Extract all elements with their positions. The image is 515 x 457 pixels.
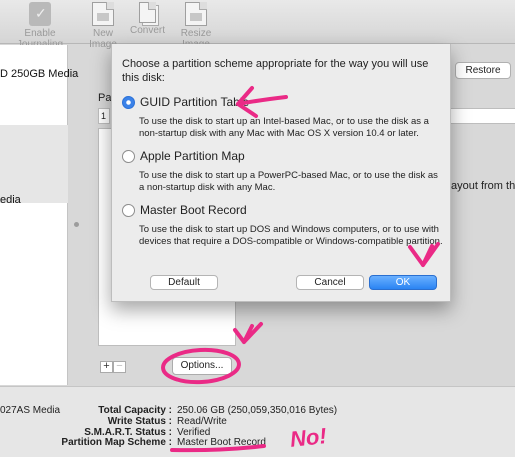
ok-button[interactable]: OK — [369, 275, 437, 290]
resize-image-button[interactable]: Resize Image — [168, 2, 224, 50]
sidebar-item-disk[interactable]: D 250GB Media — [0, 68, 78, 80]
sidebar-selection — [0, 125, 68, 203]
options-button[interactable]: Options... — [172, 357, 232, 375]
option-label: GUID Partition Table — [140, 95, 250, 109]
new-image-button[interactable]: New Image — [80, 2, 126, 50]
option-description: To use the disk to start up DOS and Wind… — [139, 224, 443, 247]
new-image-icon — [92, 2, 114, 26]
info-value: Master Boot Record — [177, 437, 266, 448]
disk-sidebar: D 250GB Media edia — [0, 45, 78, 385]
options-arrow-annotation — [233, 324, 254, 344]
convert-button[interactable]: Convert — [130, 2, 166, 36]
radio-button[interactable] — [122, 96, 135, 109]
no-annotation: No! — [288, 423, 328, 452]
add-partition-button[interactable]: + — [100, 361, 113, 373]
convert-label: Convert — [130, 25, 166, 36]
info-label: Total Capacity : — [98, 405, 172, 416]
partition-scheme-dialog: Choose a partition scheme appropriate fo… — [111, 44, 451, 302]
convert-icon — [138, 2, 156, 23]
option-label: Master Boot Record — [140, 203, 247, 217]
radio-button[interactable] — [122, 204, 135, 217]
sidebar-item-label: edia — [0, 194, 21, 206]
layout-description: ayout from the Pa — [451, 180, 515, 192]
default-button[interactable]: Default — [150, 275, 218, 290]
splitter-handle[interactable] — [74, 222, 79, 227]
option-description: To use the disk to start up a PowerPC-ba… — [139, 170, 438, 193]
disk-info-panel: 027AS Media Total Capacity : 250.06 GB (… — [0, 386, 515, 457]
journaling-icon — [29, 2, 51, 26]
radio-button[interactable] — [122, 150, 135, 163]
info-value: Read/Write — [177, 416, 227, 427]
partition-name-field[interactable] — [450, 108, 515, 124]
partition-layout-label: Pa — [98, 92, 112, 104]
option-description: To use the disk to start up an Intel-bas… — [139, 116, 429, 139]
dialog-title: Choose a partition scheme appropriate fo… — [122, 58, 429, 84]
info-label: Partition Map Scheme : — [61, 437, 172, 448]
partition-layout-popup[interactable]: 1 — [98, 108, 110, 124]
partition-add-remove: + − — [100, 361, 128, 373]
sidebar-item-label: D 250GB Media — [0, 68, 79, 80]
toolbar: Enable Journaling New Image Convert Resi… — [0, 0, 515, 50]
option-label: Apple Partition Map — [140, 149, 245, 163]
info-row-partition-map-scheme: Partition Map Scheme : Master Boot Recor… — [0, 437, 515, 449]
info-value: 250.06 GB (250,059,350,016 Bytes) — [177, 405, 338, 416]
sidebar-item-media[interactable]: edia — [0, 194, 21, 206]
resize-image-icon — [185, 2, 207, 26]
restore-button[interactable]: Restore — [455, 62, 511, 79]
options-arrow-tail-annotation — [242, 322, 263, 344]
remove-partition-button[interactable]: − — [113, 361, 126, 373]
cancel-button[interactable]: Cancel — [296, 275, 364, 290]
enable-journaling-button[interactable]: Enable Journaling — [3, 2, 77, 50]
info-label: Write Status : — [107, 416, 172, 427]
